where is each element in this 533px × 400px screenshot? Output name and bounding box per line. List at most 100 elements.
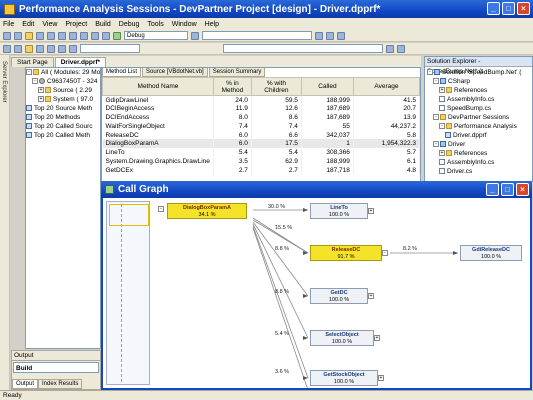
collapse-icon[interactable]: -	[433, 114, 439, 121]
expand-icon[interactable]: +	[38, 87, 44, 94]
col-pct-in-method[interactable]: % in Method	[212, 77, 252, 96]
collapse-icon[interactable]: -	[32, 78, 38, 85]
solution-tree-item[interactable]: Driver.dpprf	[427, 131, 530, 140]
node-getdc[interactable]: GetDC 100.0 % +	[310, 288, 374, 304]
solution-tree-item[interactable]: - CSharp	[427, 77, 530, 86]
chart-icon[interactable]	[58, 44, 66, 53]
member-combo[interactable]	[223, 44, 383, 53]
sort-icon[interactable]	[14, 44, 22, 53]
menu-help[interactable]: Help	[205, 21, 219, 28]
save-all-icon[interactable]	[47, 31, 55, 40]
solution-tree-item[interactable]: - Driver	[427, 140, 530, 149]
table-row[interactable]: DCIBeginAccess 11.9 12.6 187,689 20.7	[102, 104, 420, 114]
expand-node-icon[interactable]: +	[368, 208, 374, 214]
menu-tools[interactable]: Tools	[147, 21, 163, 28]
col-called[interactable]: Called	[300, 77, 354, 96]
node-selectobject[interactable]: SelectObject 100.0 % +	[310, 330, 380, 346]
find-icon[interactable]	[191, 31, 199, 40]
maximize-button[interactable]: □	[502, 2, 515, 15]
table-row[interactable]: DialogBoxParamA 6.0 17.5 1 1,954,322.3	[102, 139, 420, 149]
tree-item-top20-called-source[interactable]: Top 20 Called Sourc	[26, 122, 100, 131]
menu-edit[interactable]: Edit	[22, 21, 34, 28]
paste-icon[interactable]	[80, 31, 88, 40]
table-row[interactable]: System.Drawing.Graphics.DrawLine 3.5 62.9 1…	[102, 157, 420, 166]
call-graph-icon[interactable]	[69, 44, 77, 53]
tab-output[interactable]: Output	[12, 379, 39, 389]
tree-item-system[interactable]: + System ( 97.0	[26, 95, 100, 104]
solution-tree-item[interactable]: + References	[427, 149, 530, 158]
menu-file[interactable]: File	[3, 21, 14, 28]
menu-debug[interactable]: Debug	[119, 21, 140, 28]
solution-tree-item[interactable]: AssemblyInfo.cs	[427, 95, 530, 104]
collapse-node-icon[interactable]: -	[158, 206, 164, 212]
scope-combo[interactable]	[80, 44, 140, 53]
table-row[interactable]: DCIEndAccess 8.0 8.6 187,689 13.9	[102, 113, 420, 122]
save-icon[interactable]	[36, 31, 44, 40]
solution-explorer-icon[interactable]	[315, 31, 323, 40]
close-button[interactable]: ×	[517, 2, 530, 15]
expand-node-icon[interactable]: +	[378, 375, 384, 381]
solution-config-select[interactable]: Debug	[124, 31, 188, 40]
cut-icon[interactable]	[58, 31, 66, 40]
properties-icon[interactable]	[326, 31, 334, 40]
expand-node-icon[interactable]: +	[374, 335, 380, 341]
tab-index-results[interactable]: Index Results	[38, 379, 83, 389]
table-row[interactable]: GdipDrawLineI 24.0 59.5 188,999 41.5	[102, 95, 420, 105]
cg-close-button[interactable]: ×	[516, 183, 529, 196]
solution-tree-item[interactable]: + References	[427, 86, 530, 95]
node-dialogboxparama[interactable]: DialogBoxParamA 34.1 %	[167, 203, 247, 219]
solution-tree-item[interactable]: - DevPartner Sessions	[427, 113, 530, 122]
copy-icon[interactable]	[69, 31, 77, 40]
solution-tree-item[interactable]: AssemblyInfo.cs	[427, 158, 530, 167]
collapse-icon[interactable]: -	[439, 123, 445, 130]
solution-tree-item[interactable]: - Performance Analysis	[427, 122, 530, 131]
highlight-icon[interactable]	[25, 44, 33, 53]
tree-item-top20-methods[interactable]: Top 20 Methods	[26, 113, 100, 122]
table-row[interactable]: WaitForSingleObject 7.4 7.4 55 44,237.2	[102, 121, 420, 131]
tree-item-all[interactable]: - All ( Modules: 29 Mo	[26, 68, 100, 77]
cg-maximize-button[interactable]: □	[501, 183, 514, 196]
col-method-name[interactable]: Method Name	[102, 77, 214, 96]
open-icon[interactable]	[25, 31, 33, 40]
solution-tree-item[interactable]: - Solution 'SpeedBump.Net' (	[427, 68, 530, 77]
expand-icon[interactable]: +	[439, 150, 445, 157]
props-toolbar-icon[interactable]	[3, 44, 11, 53]
align-icon[interactable]	[386, 44, 394, 53]
table-row[interactable]: LineTo 5.4 5.4 308,366 5.7	[102, 148, 420, 158]
tab-session-summary[interactable]: Session Summary	[208, 68, 266, 77]
col-average[interactable]: Average	[352, 77, 420, 96]
find-combo[interactable]	[202, 31, 312, 40]
tab-driver-dpprf[interactable]: Driver.dpprf*	[54, 57, 107, 67]
expand-node-icon[interactable]: +	[368, 293, 374, 299]
tree-item-source[interactable]: + Source ( 2.29	[26, 86, 100, 95]
cg-minimize-button[interactable]: _	[486, 183, 499, 196]
collapse-icon[interactable]: -	[433, 141, 439, 148]
expand-icon[interactable]: +	[439, 87, 445, 94]
redo-icon[interactable]	[102, 31, 110, 40]
node-gdireleasedc[interactable]: GdiReleaseDC 100.0 %	[460, 245, 522, 261]
col-pct-with-children[interactable]: % with Children	[250, 77, 302, 96]
menu-build[interactable]: Build	[95, 21, 111, 28]
node-releasedc[interactable]: ReleaseDC 91.7 % -	[310, 245, 388, 261]
toolbox-icon[interactable]	[337, 31, 345, 40]
menu-view[interactable]: View	[42, 21, 57, 28]
solution-tree-item[interactable]: SpeedBump.cs	[427, 104, 530, 113]
undo-icon[interactable]	[91, 31, 99, 40]
collapse-icon[interactable]: -	[26, 69, 32, 76]
minimize-button[interactable]: _	[487, 2, 500, 15]
format-icon[interactable]	[397, 44, 405, 53]
collapse-icon[interactable]: -	[427, 69, 433, 76]
tab-start-page[interactable]: Start Page	[11, 57, 54, 67]
menu-project[interactable]: Project	[65, 21, 87, 28]
table-row[interactable]: GetDCEx 2.7 2.7 187,718 4.8	[102, 165, 420, 175]
tree-item-thread[interactable]: - C9637450T - 324	[26, 77, 100, 86]
solution-tree-item[interactable]: Driver.cs	[427, 167, 530, 176]
start-icon[interactable]	[113, 31, 121, 40]
menu-window[interactable]: Window	[172, 21, 197, 28]
new-project-icon[interactable]	[3, 31, 11, 40]
output-source-select[interactable]: Build	[13, 362, 99, 373]
collapse-node-icon[interactable]: -	[382, 250, 388, 256]
collapse-icon[interactable]: -	[433, 78, 439, 85]
server-explorer-tab[interactable]: Server Explorer	[1, 61, 7, 103]
grid-icon[interactable]	[47, 44, 55, 53]
